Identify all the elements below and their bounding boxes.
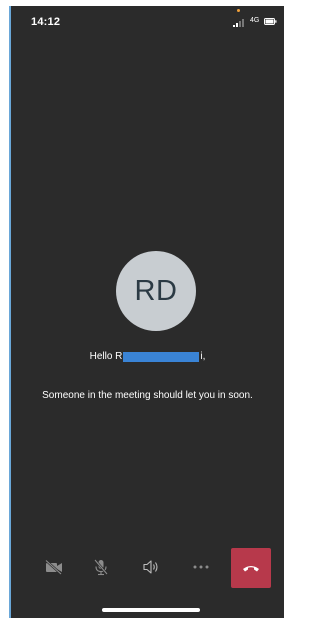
greeting-suffix: i, — [200, 351, 206, 362]
call-screen: 14:12 4G RD Hello R i, Someone in the me… — [9, 6, 284, 618]
hang-up-button[interactable] — [231, 548, 271, 588]
camera-off-icon — [45, 559, 62, 575]
mic-off-button[interactable] — [91, 557, 111, 577]
avatar: RD — [116, 251, 196, 331]
signal-icon — [233, 19, 244, 27]
mic-off-icon — [94, 559, 108, 576]
status-time: 14:12 — [31, 16, 61, 28]
greeting: Hello R i, — [11, 351, 284, 362]
more-icon — [193, 565, 209, 569]
call-controls — [11, 547, 284, 588]
hang-up-icon — [243, 566, 259, 572]
greeting-prefix: Hello R — [89, 351, 123, 362]
camera-off-button[interactable] — [44, 557, 64, 577]
privacy-indicator-dot — [237, 9, 240, 12]
lobby-message: Someone in the meeting should let you in… — [42, 390, 253, 401]
network-type: 4G — [250, 17, 260, 24]
avatar-initials: RD — [134, 274, 178, 307]
redacted-name — [123, 351, 200, 362]
speaker-button[interactable] — [141, 557, 161, 577]
speaker-icon — [143, 560, 158, 574]
home-indicator[interactable] — [102, 608, 200, 612]
status-bar: 14:12 4G — [11, 6, 284, 36]
battery-icon — [264, 18, 277, 25]
more-options-button[interactable] — [191, 557, 211, 577]
